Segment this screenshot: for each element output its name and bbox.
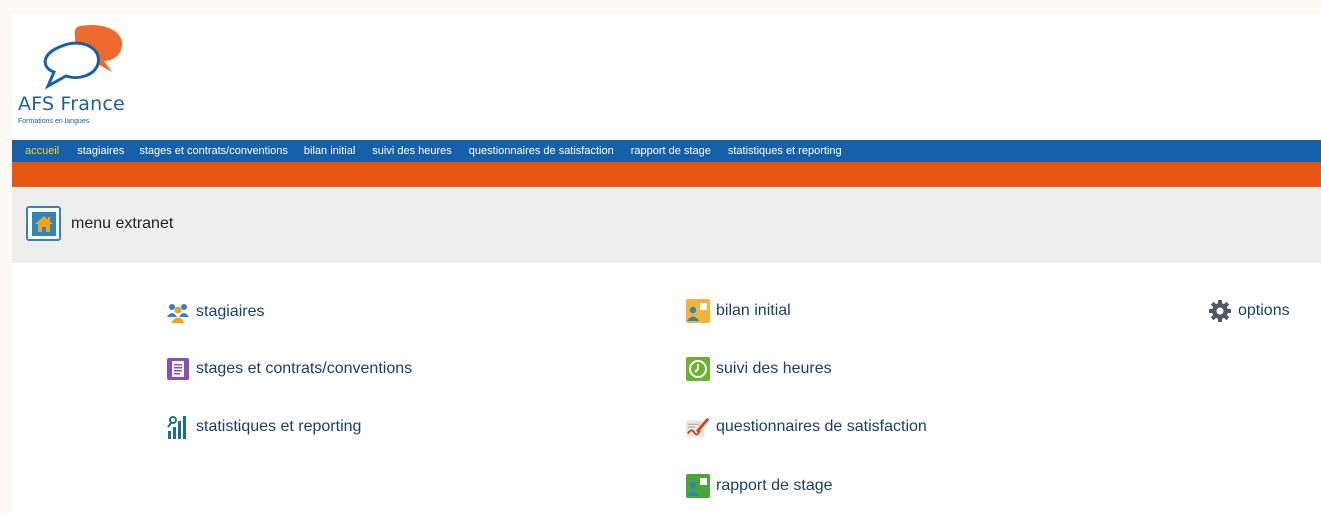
home-button[interactable] (26, 206, 61, 241)
nav-item-questionnaires[interactable]: questionnaires de satisfaction (469, 145, 614, 157)
menu-link-label: stagiaires (196, 303, 265, 320)
home-icon (31, 211, 56, 236)
nav-item-stagiaires[interactable]: stagiaires (77, 145, 124, 157)
menu-link-options[interactable]: options (1208, 299, 1290, 323)
menu-link-label: stages et contrats/conventions (196, 360, 413, 377)
report-card-icon (686, 474, 710, 498)
brand-tagline: Formations en langues (18, 118, 90, 125)
menu-link-stages-contrats[interactable]: stages et contrats/conventions (166, 357, 412, 381)
gear-icon (1208, 299, 1232, 323)
document-icon (166, 357, 190, 381)
menu-link-bilan-initial[interactable]: bilan initial (686, 299, 791, 323)
menu-link-label: bilan initial (716, 302, 791, 319)
nav-item-suivi-heures[interactable]: suivi des heures (372, 145, 452, 157)
signature-icon (686, 415, 710, 439)
header-panel: menu extranet (12, 187, 1321, 263)
profile-card-icon (686, 299, 710, 323)
menu-link-label: questionnaires de satisfaction (716, 418, 927, 435)
accent-bar (12, 162, 1321, 187)
page: AFS France Formations en langues accueil… (12, 14, 1321, 513)
menu-link-stagiaires[interactable]: stagiaires (166, 300, 264, 324)
menu-link-statistiques[interactable]: statistiques et reporting (166, 415, 361, 439)
users-icon (166, 300, 190, 324)
menu-link-label: options (1238, 302, 1290, 319)
menu-link-questionnaires[interactable]: questionnaires de satisfaction (686, 415, 927, 439)
menu-link-label: statistiques et reporting (196, 418, 362, 435)
nav-item-stages[interactable]: stages et contrats/conventions (139, 145, 288, 157)
page-title: menu extranet (71, 215, 174, 232)
menu-link-rapport-stage[interactable]: rapport de stage (686, 474, 833, 498)
nav-item-rapport-stage[interactable]: rapport de stage (631, 145, 711, 157)
menu-link-suivi-heures[interactable]: suivi des heures (686, 357, 832, 381)
logo[interactable]: AFS France Formations en langues (12, 18, 212, 128)
menu-link-label: rapport de stage (716, 477, 833, 494)
nav-item-statistiques[interactable]: statistiques et reporting (728, 145, 842, 157)
clock-icon (686, 357, 710, 381)
nav-item-bilan-initial[interactable]: bilan initial (304, 145, 355, 157)
main-nav: accueil stagiaires stages et contrats/co… (12, 140, 1321, 162)
brand-name: AFS France (18, 93, 125, 115)
nav-item-accueil[interactable]: accueil (25, 145, 59, 157)
bar-chart-icon (166, 415, 190, 439)
menu-link-label: suivi des heures (716, 360, 832, 377)
speech-bubbles-icon (43, 24, 123, 90)
